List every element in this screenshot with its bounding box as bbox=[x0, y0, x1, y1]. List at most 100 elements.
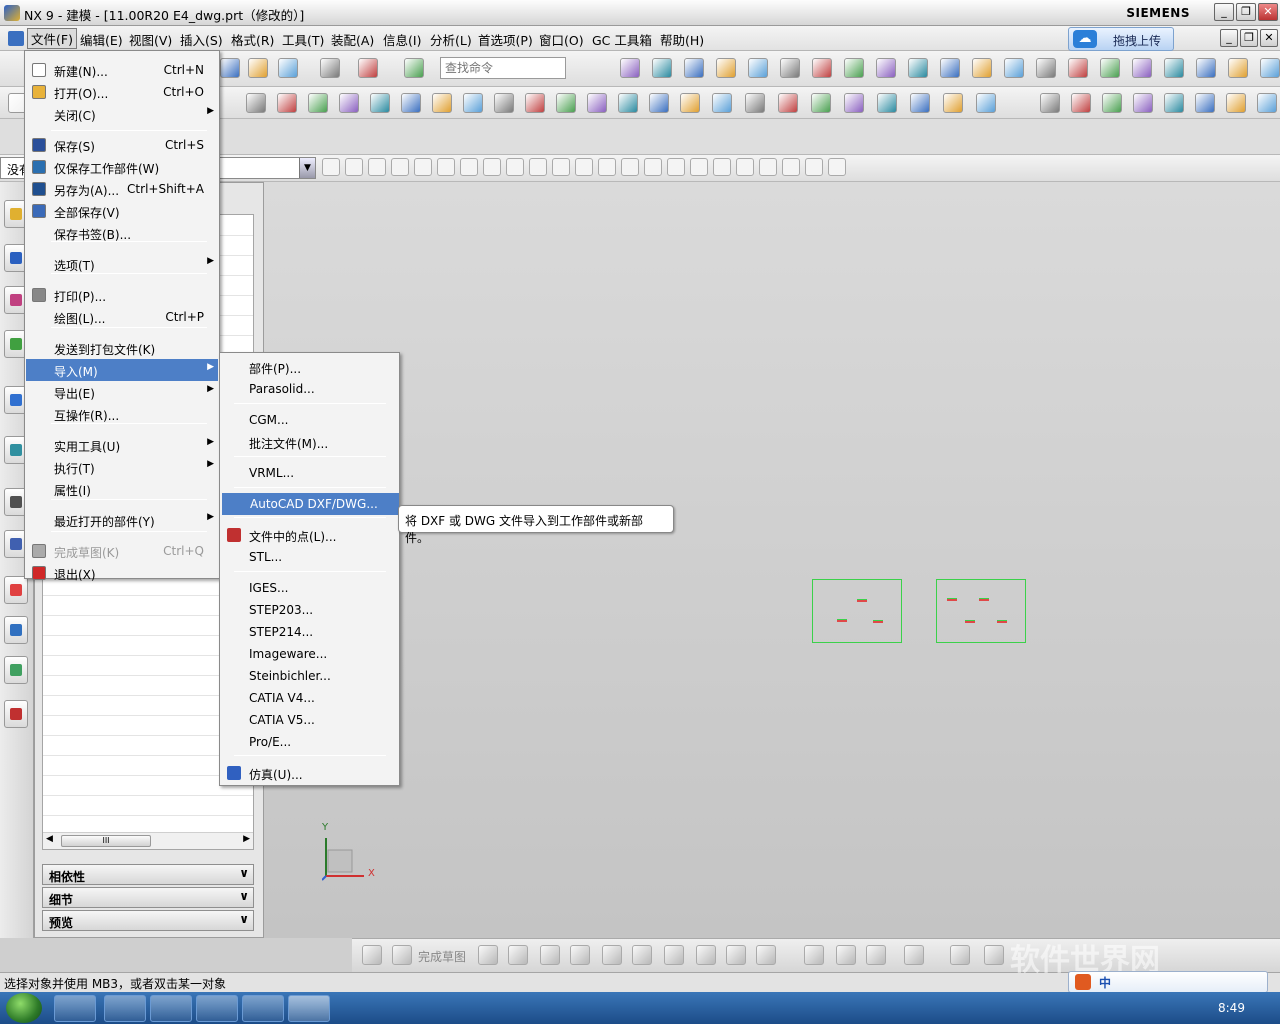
toolbar-tool-icon[interactable] bbox=[358, 58, 378, 78]
sketch-curve-tool-icon[interactable] bbox=[984, 945, 1004, 965]
sketch-curve-tool-icon[interactable] bbox=[904, 945, 924, 965]
taskbar-app-3[interactable] bbox=[150, 995, 192, 1022]
sketch-curve-tool-icon[interactable] bbox=[950, 945, 970, 965]
feature-tool-icon[interactable] bbox=[277, 93, 297, 113]
toolbar-tool-icon[interactable] bbox=[248, 58, 268, 78]
taskbar-app-5[interactable] bbox=[242, 995, 284, 1022]
file-menu-item-close[interactable]: 关闭(C) ▶ bbox=[26, 103, 218, 125]
file-menu-item-utilities[interactable]: 实用工具(U) ▶ bbox=[26, 434, 218, 456]
snap-point-icon[interactable] bbox=[460, 158, 478, 176]
surface-tool-icon[interactable] bbox=[1133, 93, 1153, 113]
resource-tab-icon[interactable] bbox=[4, 700, 28, 728]
file-menu-item-execute[interactable]: 执行(T) ▶ bbox=[26, 456, 218, 478]
taskbar-app-1[interactable] bbox=[54, 995, 96, 1022]
menu-gc-toolbox[interactable]: GC 工具箱 bbox=[592, 30, 652, 49]
taskbar-explorer[interactable] bbox=[104, 995, 146, 1022]
import-item-imageware[interactable]: Imageware... bbox=[221, 643, 398, 665]
toolbar-tool-icon[interactable] bbox=[320, 58, 340, 78]
feature-tool-icon[interactable] bbox=[976, 93, 996, 113]
file-menu-item-new[interactable]: 新建(N)... Ctrl+N bbox=[26, 59, 218, 81]
snap-point-icon[interactable] bbox=[828, 158, 846, 176]
menu-file[interactable]: 文件(F) bbox=[27, 28, 77, 49]
surface-tool-icon[interactable] bbox=[1071, 93, 1091, 113]
sketch-curve-tool-icon[interactable] bbox=[836, 945, 856, 965]
clock[interactable]: 8:49 bbox=[1218, 1001, 1245, 1015]
snap-point-icon[interactable] bbox=[805, 158, 823, 176]
sketch-curve-tool-icon[interactable] bbox=[726, 945, 746, 965]
snap-point-icon[interactable] bbox=[529, 158, 547, 176]
feature-tool-icon[interactable] bbox=[587, 93, 607, 113]
navigator-row[interactable] bbox=[43, 795, 253, 796]
snap-point-icon[interactable] bbox=[437, 158, 455, 176]
toolbar-tool-icon[interactable] bbox=[1004, 58, 1024, 78]
toolbar-tool-icon[interactable] bbox=[780, 58, 800, 78]
feature-tool-icon[interactable] bbox=[370, 93, 390, 113]
file-menu-item-finish-sketch[interactable]: 完成草图(K) Ctrl+Q bbox=[26, 540, 218, 562]
scroll-thumb[interactable]: III bbox=[61, 835, 151, 847]
snap-point-icon[interactable] bbox=[368, 158, 386, 176]
file-menu-item-recent-parts[interactable]: 最近打开的部件(Y) ▶ bbox=[26, 509, 218, 531]
toolbar-tool-icon[interactable] bbox=[1036, 58, 1056, 78]
start-button[interactable] bbox=[6, 993, 42, 1023]
sketch-curve-tool-icon[interactable] bbox=[804, 945, 824, 965]
file-menu-item-properties[interactable]: 属性(I) bbox=[26, 478, 218, 500]
toolbar-tool-icon[interactable] bbox=[940, 58, 960, 78]
feature-tool-icon[interactable] bbox=[246, 93, 266, 113]
feature-tool-icon[interactable] bbox=[943, 93, 963, 113]
snap-point-icon[interactable] bbox=[552, 158, 570, 176]
feature-tool-icon[interactable] bbox=[712, 93, 732, 113]
surface-tool-icon[interactable] bbox=[1040, 93, 1060, 113]
toolbar-tool-icon[interactable] bbox=[716, 58, 736, 78]
scroll-right-icon[interactable]: ▶ bbox=[243, 834, 250, 844]
feature-tool-icon[interactable] bbox=[745, 93, 765, 113]
restore-button[interactable]: ❐ bbox=[1236, 3, 1256, 21]
import-item-annotation-file[interactable]: 批注文件(M)... bbox=[221, 431, 398, 453]
feature-tool-icon[interactable] bbox=[463, 93, 483, 113]
import-item-step203[interactable]: STEP203... bbox=[221, 599, 398, 621]
sketch-curve-tool-icon[interactable] bbox=[540, 945, 560, 965]
section-details[interactable]: 细节 ∨ bbox=[42, 887, 254, 908]
feature-tool-icon[interactable] bbox=[308, 93, 328, 113]
file-menu-item-print[interactable]: 打印(P)... bbox=[26, 284, 218, 306]
command-search-input[interactable] bbox=[440, 57, 566, 79]
menu-preferences[interactable]: 首选项(P) bbox=[478, 30, 533, 49]
menu-tools[interactable]: 工具(T) bbox=[282, 30, 324, 49]
import-item-iges[interactable]: IGES... bbox=[221, 577, 398, 599]
section-dependencies[interactable]: 相依性 ∨ bbox=[42, 864, 254, 885]
finish-sketch-label[interactable]: 完成草图 bbox=[418, 948, 466, 965]
doc-restore-button[interactable]: ❐ bbox=[1240, 29, 1258, 47]
import-item-autocad-dxf-dwg[interactable]: AutoCAD DXF/DWG... bbox=[222, 493, 399, 515]
toolbar-tool-icon[interactable] bbox=[1132, 58, 1152, 78]
toolbar-tool-icon[interactable] bbox=[1100, 58, 1120, 78]
sketch-curve-tool-icon[interactable] bbox=[756, 945, 776, 965]
file-menu-item-save-as[interactable]: 另存为(A)... Ctrl+Shift+A bbox=[26, 178, 218, 200]
import-item-cgm[interactable]: CGM... bbox=[221, 409, 398, 431]
resource-tab-icon[interactable] bbox=[4, 656, 28, 684]
menu-assemblies[interactable]: 装配(A) bbox=[331, 30, 374, 49]
toolbar-tool-icon[interactable] bbox=[1068, 58, 1088, 78]
toolbar-tool-icon[interactable] bbox=[748, 58, 768, 78]
sketch-curve-tool-icon[interactable] bbox=[664, 945, 684, 965]
import-item-vrml[interactable]: VRML... bbox=[221, 462, 398, 484]
sketch-curve-tool-icon[interactable] bbox=[696, 945, 716, 965]
file-menu-item-exit[interactable]: 退出(X) bbox=[26, 562, 218, 584]
file-menu-item-save-all[interactable]: 全部保存(V) bbox=[26, 200, 218, 222]
snap-point-icon[interactable] bbox=[414, 158, 432, 176]
surface-tool-icon[interactable] bbox=[1164, 93, 1184, 113]
snap-point-icon[interactable] bbox=[575, 158, 593, 176]
navigator-hscroll[interactable]: ◀ III ▶ bbox=[43, 832, 253, 849]
import-item-pro-e[interactable]: Pro/E... bbox=[221, 731, 398, 753]
import-item-part[interactable]: 部件(P)... bbox=[221, 356, 398, 378]
navigator-row[interactable] bbox=[43, 815, 253, 816]
taskbar-app-4[interactable] bbox=[196, 995, 238, 1022]
feature-tool-icon[interactable] bbox=[432, 93, 452, 113]
chevron-down-icon[interactable]: ▼ bbox=[299, 158, 315, 178]
nx-app-icon[interactable] bbox=[4, 5, 20, 21]
feature-tool-icon[interactable] bbox=[778, 93, 798, 113]
toolbar-tool-icon[interactable] bbox=[972, 58, 992, 78]
import-item-simulation[interactable]: 仿真(U)... bbox=[221, 762, 398, 784]
ime-toolbar[interactable]: 中 bbox=[1068, 971, 1268, 993]
snap-point-icon[interactable] bbox=[759, 158, 777, 176]
toolbar-tool-icon[interactable] bbox=[620, 58, 640, 78]
menu-format[interactable]: 格式(R) bbox=[231, 30, 274, 49]
